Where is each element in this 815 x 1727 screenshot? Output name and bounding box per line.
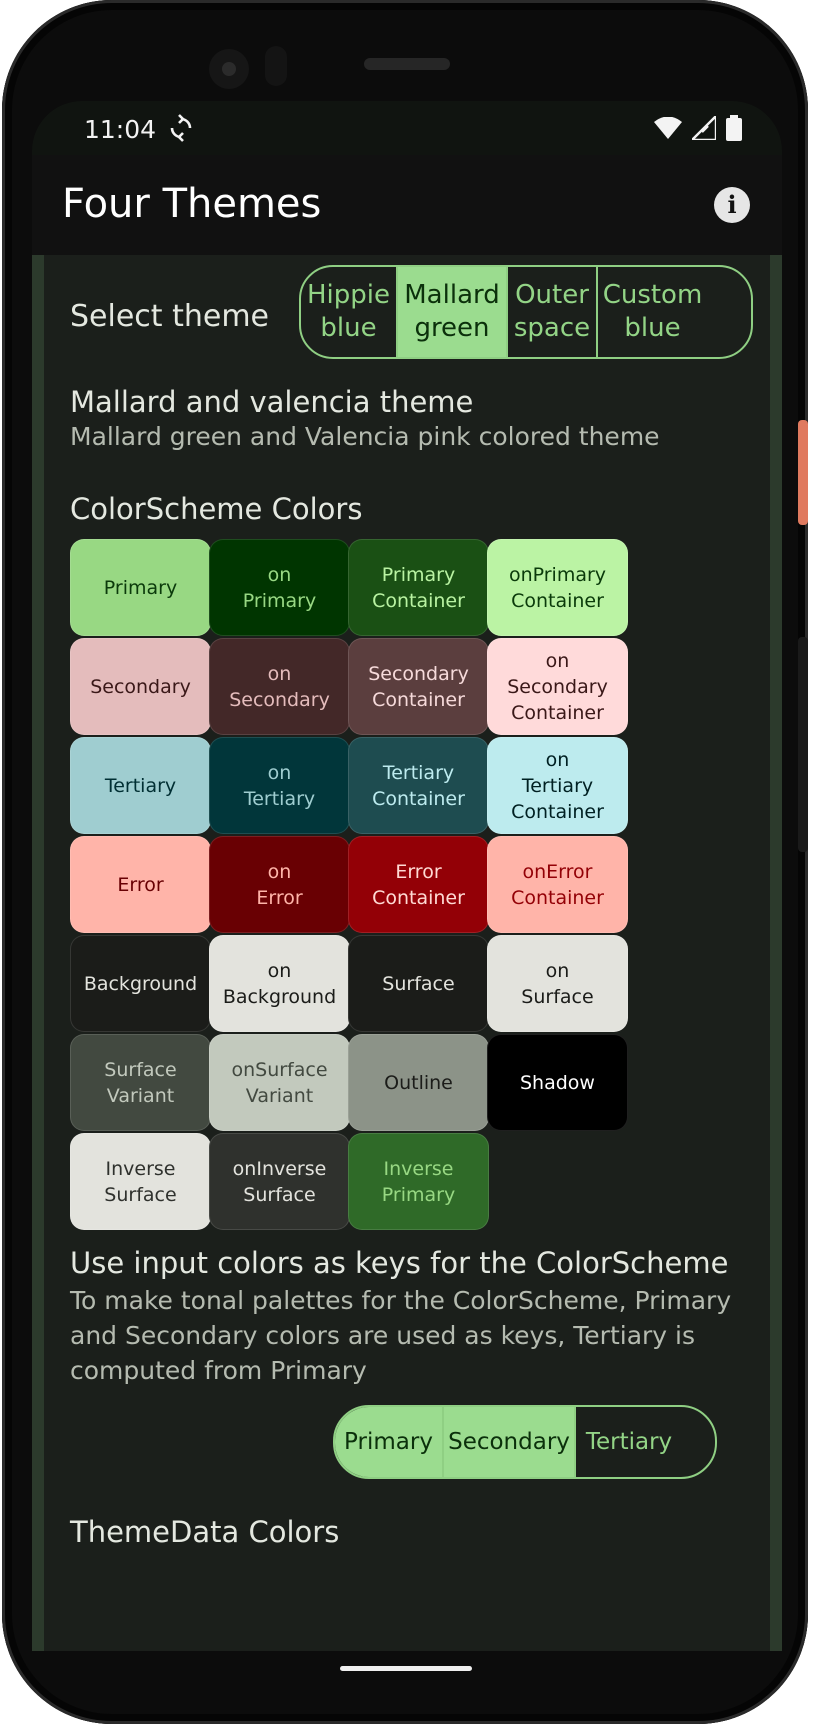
power-button xyxy=(798,420,808,525)
color-chip-surface-variant[interactable]: Surface Variant xyxy=(70,1034,211,1131)
color-chip-oninverse-surface[interactable]: onInverse Surface xyxy=(209,1133,350,1230)
color-chip-on-secondary[interactable]: on Secondary xyxy=(209,638,350,735)
themedata-title: ThemeData Colors xyxy=(70,1515,340,1549)
color-chip-outline[interactable]: Outline xyxy=(348,1034,489,1131)
color-chip-error-container[interactable]: Error Container xyxy=(348,836,489,933)
key-option-secondary[interactable]: Secondary xyxy=(444,1407,576,1477)
gesture-nav-bar[interactable] xyxy=(340,1666,472,1671)
theme-option-outer-space[interactable]: Outer space xyxy=(508,267,598,357)
color-chip-background[interactable]: Background xyxy=(70,935,211,1032)
theme-option-custom-blue[interactable]: Custom blue xyxy=(598,267,707,357)
content-panel[interactable]: Select theme Hippie blue Mallard green Out… xyxy=(32,255,782,1651)
color-chip-on-secondary-container[interactable]: on Secondary Container xyxy=(487,638,628,735)
screen: 11:04 Four Themes i Select theme Hippie … xyxy=(32,101,782,1651)
color-chip-surface[interactable]: Surface xyxy=(348,935,489,1032)
input-colors-title: Use input colors as keys for the ColorSc… xyxy=(70,1246,729,1280)
color-chip-on-tertiary-container[interactable]: on Tertiary Container xyxy=(487,737,628,834)
colorscheme-grid: Primary on Primary Primary Container onPrim… xyxy=(70,539,640,1299)
page-title: Four Themes xyxy=(62,181,322,227)
key-colors-toggle-group: Primary Secondary Tertiary xyxy=(333,1405,717,1479)
color-chip-on-background[interactable]: on Background xyxy=(209,935,350,1032)
color-chip-inverse-surface[interactable]: Inverse Surface xyxy=(70,1133,211,1230)
signal-icon xyxy=(692,116,716,140)
status-time: 11:04 xyxy=(84,115,157,144)
earpiece-speaker xyxy=(364,58,450,70)
info-icon[interactable]: i xyxy=(714,187,750,223)
color-chip-secondary[interactable]: Secondary xyxy=(70,638,211,735)
panel-border-right xyxy=(770,255,782,1651)
color-chip-shadow[interactable]: Shadow xyxy=(487,1034,628,1131)
color-chip-on-tertiary[interactable]: on Tertiary xyxy=(209,737,350,834)
select-theme-label: Select theme xyxy=(70,299,269,334)
color-chip-on-surface[interactable]: on Surface xyxy=(487,935,628,1032)
colorscheme-title: ColorScheme Colors xyxy=(70,492,363,526)
color-chip-onprimary-container[interactable]: onPrimary Container xyxy=(487,539,628,636)
volume-button xyxy=(798,637,808,852)
sync-icon xyxy=(170,114,192,142)
front-camera xyxy=(209,49,249,89)
color-chip-inverse-primary[interactable]: Inverse Primary xyxy=(348,1133,489,1230)
input-colors-description: To make tonal palettes for the ColorSche… xyxy=(70,1286,732,1385)
theme-option-mallard-green[interactable]: Mallard green xyxy=(398,267,508,357)
color-chip-tertiary[interactable]: Tertiary xyxy=(70,737,211,834)
theme-toggle-group: Hippie blue Mallard green Outer space Custo… xyxy=(299,265,753,359)
panel-border-left xyxy=(32,255,44,1651)
wifi-icon xyxy=(654,117,682,139)
color-chip-on-error[interactable]: on Error xyxy=(209,836,350,933)
proximity-sensor xyxy=(265,46,287,86)
color-chip-on-primary[interactable]: on Primary xyxy=(209,539,350,636)
color-chip-secondary-container[interactable]: Secondary Container xyxy=(348,638,489,735)
status-bar: 11:04 xyxy=(32,101,782,155)
color-chip-tertiary-container[interactable]: Tertiary Container xyxy=(348,737,489,834)
theme-name: Mallard and valencia theme xyxy=(70,385,474,419)
app-bar: Four Themes i xyxy=(32,155,782,255)
theme-option-hippie-blue[interactable]: Hippie blue xyxy=(301,267,398,357)
key-option-primary[interactable]: Primary xyxy=(335,1407,444,1477)
color-chip-error[interactable]: Error xyxy=(70,836,211,933)
color-chip-primary-container[interactable]: Primary Container xyxy=(348,539,489,636)
battery-icon xyxy=(726,115,742,141)
key-option-tertiary[interactable]: Tertiary xyxy=(576,1407,682,1477)
phone-frame: 11:04 Four Themes i Select theme Hippie … xyxy=(2,0,808,1724)
color-chip-primary[interactable]: Primary xyxy=(70,539,211,636)
color-chip-onsurface-variant[interactable]: onSurface Variant xyxy=(209,1034,350,1131)
color-chip-onerror-container[interactable]: onError Container xyxy=(487,836,628,933)
theme-description: Mallard green and Valencia pink colored … xyxy=(70,422,660,451)
